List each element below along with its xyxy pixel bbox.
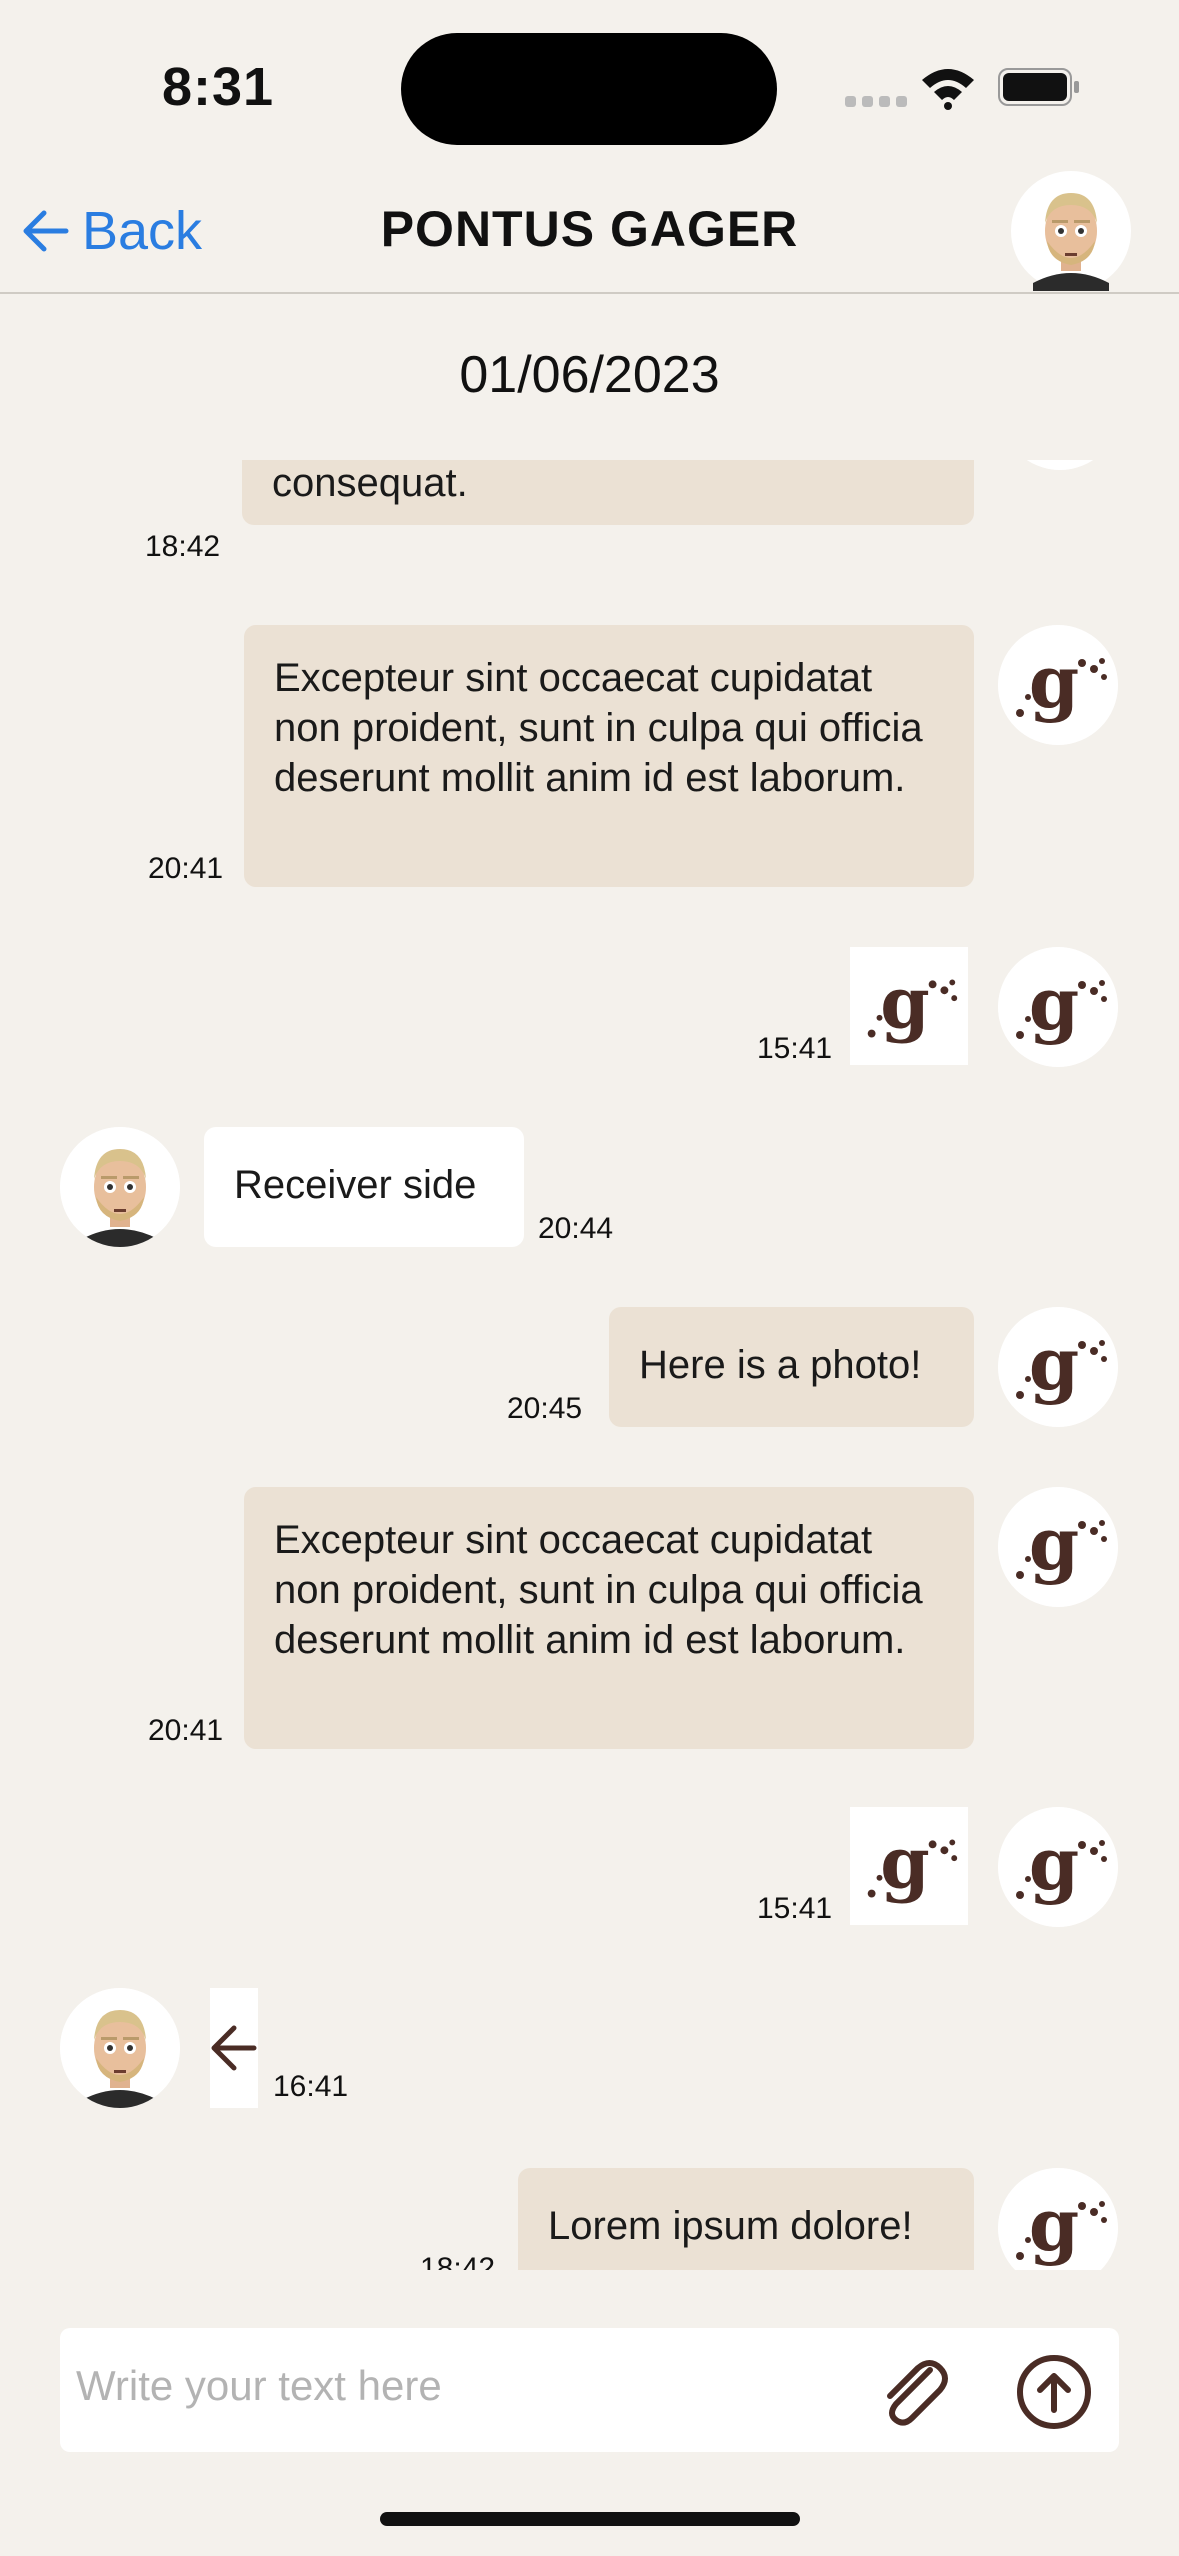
message-bubble[interactable]: Lorem ipsum dolore!	[518, 2168, 974, 2270]
message-time: 20:45	[507, 1392, 583, 1425]
contact-avatar	[60, 1127, 180, 1247]
message-list[interactable]: nisi ut aliquip ex ea com modo consequat…	[0, 460, 1179, 2270]
back-arrow-icon	[211, 2025, 257, 2071]
image-thumbnail[interactable]	[850, 947, 968, 1065]
chat-date: 01/06/2023	[459, 346, 720, 404]
message-input[interactable]	[76, 2346, 876, 2426]
sender-avatar	[998, 1807, 1118, 1927]
status-time: 8:31	[162, 57, 275, 117]
battery-icon	[998, 68, 1079, 106]
cellular-signal-icon	[845, 96, 907, 107]
message-text: nisi ut aliquip ex ea com modo consequat…	[272, 461, 468, 505]
paperclip-icon[interactable]	[872, 2350, 956, 2434]
home-indicator	[380, 2512, 800, 2526]
sender-avatar	[998, 947, 1118, 1067]
message-time: 20:41	[148, 852, 224, 885]
contact-avatar	[60, 1988, 180, 2108]
message-bubble[interactable]: Receiver side	[204, 1127, 524, 1247]
message-text: Excepteur sint occaecat cupidatat non pr…	[274, 656, 923, 800]
message-time: 16:41	[273, 2070, 349, 2103]
message-text: Here is a photo!	[639, 1343, 922, 1387]
message-bubble[interactable]: Excepteur sint occaecat cupidatat non pr…	[244, 625, 974, 887]
sender-avatar	[1000, 460, 1120, 470]
sender-avatar	[998, 1487, 1118, 1607]
sender-avatar	[998, 625, 1118, 745]
sender-avatar	[998, 2168, 1118, 2270]
message-text: Excepteur sint occaecat cupidatat non pr…	[274, 1518, 923, 1662]
message-bubble[interactable]: Here is a photo!	[609, 1307, 974, 1427]
message-time: 18:42	[145, 530, 221, 563]
message-bubble[interactable]: Excepteur sint occaecat cupidatat non pr…	[244, 1487, 974, 1749]
attachment-preview[interactable]	[210, 1988, 258, 2108]
message-time: 20:41	[148, 1714, 224, 1747]
chat-header: Back PONTUS GAGER	[0, 170, 1179, 294]
message-time: 18:42	[420, 2252, 496, 2270]
message-composer	[60, 2328, 1119, 2452]
message-time: 15:41	[757, 1032, 833, 1065]
image-thumbnail[interactable]	[850, 1807, 968, 1925]
wifi-icon	[922, 69, 974, 110]
message-time: 15:41	[757, 1892, 833, 1925]
message-text: Lorem ipsum dolore!	[548, 2204, 913, 2248]
page-title: PONTUS GAGER	[380, 201, 799, 257]
send-arrow-icon[interactable]	[1012, 2350, 1096, 2434]
contact-avatar[interactable]	[1011, 171, 1131, 291]
status-bar: 8:31	[0, 0, 1179, 170]
message-time: 20:44	[538, 1212, 614, 1245]
sender-avatar	[998, 1307, 1118, 1427]
message-text: Receiver side	[234, 1163, 477, 1207]
dynamic-island	[401, 33, 777, 145]
message-bubble[interactable]: nisi ut aliquip ex ea com modo consequat…	[242, 460, 974, 525]
